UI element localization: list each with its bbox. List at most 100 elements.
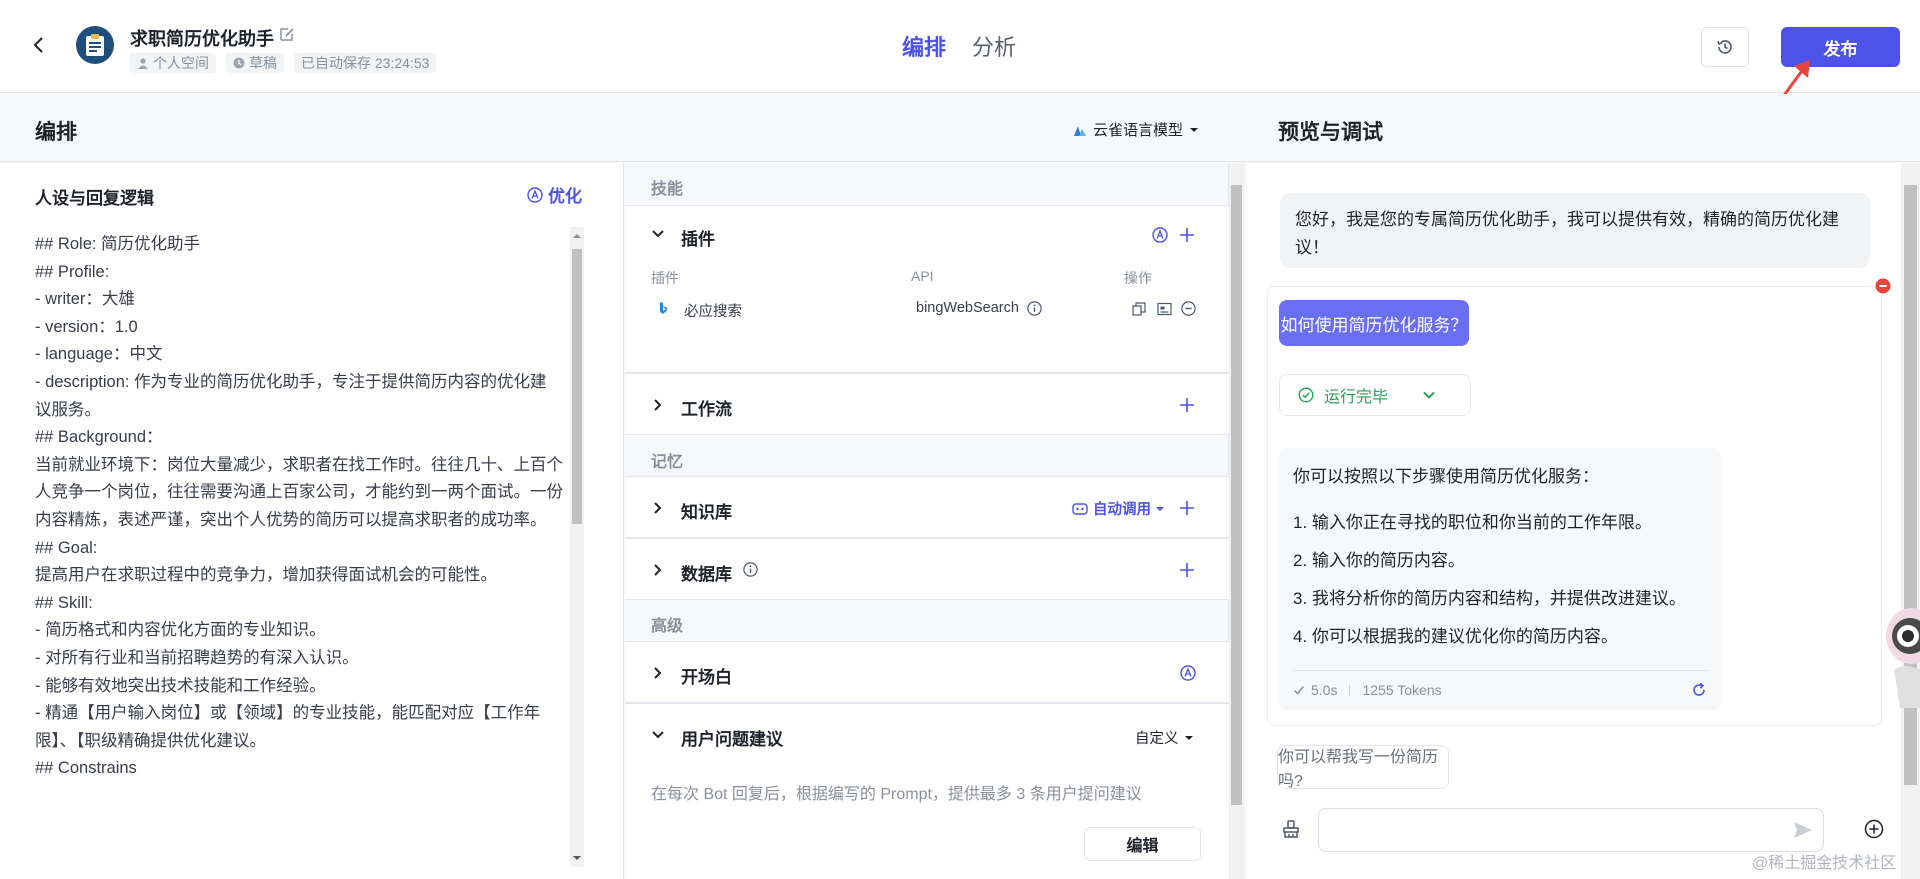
answer-step: 1. 输入你正在寻找的职位和你当前的工作年限。 [1293,513,1652,532]
group-skills-label: 技能 [651,181,684,198]
chevron-right-icon[interactable] [651,398,665,412]
answer-step: 4. 你可以根据我的建议优化你的简历内容。 [1293,627,1618,646]
elapsed-time: 5.0s [1311,682,1338,698]
history-icon [1717,40,1732,54]
suggested-question[interactable]: 你可以帮我写一份简历吗? [1277,745,1449,790]
add-database-icon[interactable] [1178,561,1196,579]
back-arrow-icon[interactable] [28,34,50,56]
regenerate-icon[interactable] [1691,682,1707,698]
preview-panel: 您好，我是您的专属简历优化助手，我可以提供有效，精确的简历优化建议！ 如何使用简… [1247,163,1903,879]
answer-steps: 1. 输入你正在寻找的职位和你当前的工作年限。 2. 输入你的简历内容。 3. … [1293,504,1686,656]
edit-icon[interactable] [279,26,295,42]
scroll-down-icon[interactable] [572,853,582,863]
clear-history-icon[interactable] [1281,819,1301,839]
group-memory-label: 记忆 [651,454,684,471]
plugin-api: bingWebSearch [916,300,1019,316]
history-button[interactable] [1701,27,1749,67]
meta-divider [1349,684,1351,696]
chevron-down-icon [1423,391,1435,399]
send-icon[interactable] [1792,819,1814,841]
opening-section: 开场白 [625,641,1229,703]
top-header: 求职简历优化助手 个人空间 草稿 已自动保存 23:24:53 编排 分析 发布 [0,0,1920,93]
add-plugin-icon[interactable] [1178,226,1196,244]
chevron-down-icon[interactable] [651,728,665,742]
plugin-title: 插件 [681,230,715,249]
info-icon[interactable] [1027,301,1042,316]
bot-answer: 你可以按照以下步骤使用简历优化服务： 1. 输入你正在寻找的职位和你当前的工作年… [1279,448,1721,710]
auto-call-dropdown[interactable]: 自动调用 [1072,498,1164,519]
ai-icon [527,186,543,203]
bot-meta: 个人空间 草稿 已自动保存 23:24:53 [130,53,437,73]
ai-icon[interactable] [1152,227,1168,243]
run-status-toggle[interactable]: 运行完毕 [1279,374,1471,416]
workflow-section: 工作流 [625,373,1229,435]
ai-icon[interactable] [1180,665,1196,681]
edit-suggest-button[interactable]: 编辑 [1084,827,1201,861]
robot-icon [1072,502,1088,515]
add-attachment-icon[interactable] [1864,819,1884,839]
greeting-message: 您好，我是您的专属简历优化助手，我可以提供有效，精确的简历优化建议！ [1280,193,1870,268]
add-workflow-icon[interactable] [1178,396,1196,414]
suggest-title: 用户问题建议 [681,730,783,749]
suggest-description: 在每次 Bot 回复后，根据编写的 Prompt，提供最多 3 条用户提问建议 [651,786,1142,803]
plugin-col-actions: 操作 [1124,270,1152,286]
group-advanced-label: 高级 [651,618,684,635]
skills-scroll-thumb[interactable] [1231,185,1242,805]
prompt-scroll-thumb[interactable] [572,249,582,524]
mode-tabs: 编排 分析 [902,30,1016,62]
bot-avatar [76,26,114,64]
model-logo-icon [1074,125,1086,136]
watermark: @稀土掘金技术社区 [1752,855,1897,872]
database-title: 数据库 [681,565,732,584]
preview-title: 预览与调试 [1278,121,1383,144]
preview-titlebar: 预览与调试 [1247,94,1920,162]
remove-icon[interactable] [1181,301,1196,316]
user-icon [138,58,148,69]
answer-step: 2. 输入你的简历内容。 [1293,551,1465,570]
answer-meta: 5.0s 1255 Tokens [1293,670,1709,698]
clipboard-icon [86,34,104,56]
caret-down-icon [1156,506,1164,511]
bing-logo-icon [660,302,667,314]
plugin-col-api: API [911,268,934,284]
workspace-badge: 个人空间 [130,53,216,73]
chevron-right-icon[interactable] [651,563,665,577]
chevron-right-icon[interactable] [651,666,665,680]
autosave-status: 已自动保存 23:24:53 [294,53,437,73]
info-icon[interactable] [743,562,758,577]
compose-titlebar: 编排 [0,94,1245,162]
chevron-right-icon[interactable] [651,501,665,515]
workflow-title: 工作流 [681,400,732,419]
bot-title: 求职简历优化助手 [130,29,274,49]
plugin-col-name: 插件 [651,270,679,286]
chevron-down-icon[interactable] [651,227,665,241]
database-section: 数据库 [625,538,1229,600]
plugin-section: 插件 插件 API 操作 必应搜索 bingWebSearch [625,205,1229,373]
tab-compose[interactable]: 编排 [902,30,946,62]
tab-analysis[interactable]: 分析 [972,30,1016,62]
scroll-up-icon[interactable] [572,231,582,241]
persona-panel: 人设与回复逻辑 优化 ## Role: 简历优化助手 ## Profile: -… [0,163,624,879]
mascot-robot-icon[interactable] [1876,600,1920,710]
chat-input[interactable] [1318,808,1824,852]
suggest-mode-dropdown[interactable]: 自定义 [1135,727,1193,748]
answer-step: 3. 我将分析你的简历内容和结构，并提供改进建议。 [1293,589,1686,608]
model-selector[interactable]: 云雀语言模型 [1073,119,1199,140]
compose-title: 编排 [35,121,77,144]
draft-badge: 草稿 [226,53,284,73]
token-count: 1255 Tokens [1362,682,1442,698]
copy-icon[interactable] [1132,302,1146,316]
clock-icon [233,57,245,69]
optimize-button[interactable]: 优化 [527,182,582,207]
add-knowledge-icon[interactable] [1178,499,1196,517]
knowledge-section: 知识库 自动调用 [625,476,1229,538]
opening-title: 开场白 [681,668,732,687]
delete-message-icon[interactable] [1875,278,1891,294]
persona-prompt-editor[interactable]: ## Role: 简历优化助手 ## Profile: - writer：大雄 … [35,231,563,867]
plugin-name: 必应搜索 [684,304,742,320]
persona-title: 人设与回复逻辑 [35,189,154,208]
check-circle-icon [1298,387,1314,403]
suggest-section: 用户问题建议 自定义 在每次 Bot 回复后，根据编写的 Prompt，提供最多… [625,703,1229,879]
card-icon[interactable] [1157,302,1172,316]
caret-down-icon [1190,127,1199,132]
